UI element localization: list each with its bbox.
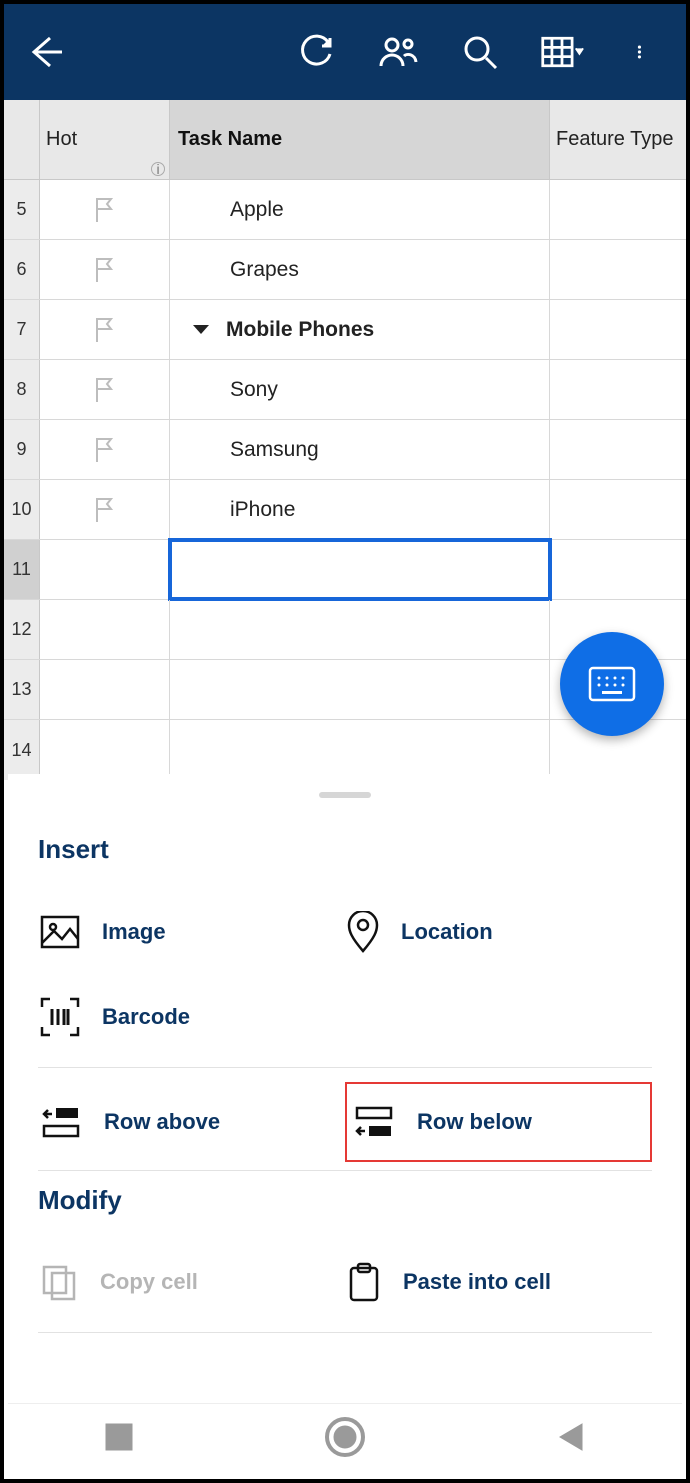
flag-icon	[91, 496, 119, 524]
keyboard-fab[interactable]	[560, 632, 664, 736]
flag-icon	[91, 256, 119, 284]
nav-home-button[interactable]	[323, 1415, 367, 1464]
cell-task[interactable]: iPhone	[170, 480, 550, 539]
flag-icon	[91, 376, 119, 404]
copy-cell-label: Copy cell	[100, 1269, 198, 1295]
cell-hot[interactable]	[40, 660, 170, 719]
cell-hot[interactable]	[40, 600, 170, 659]
cell-task[interactable]: Mobile Phones	[170, 300, 550, 359]
flag-icon	[91, 196, 119, 224]
cell-feature[interactable]	[550, 480, 686, 539]
grid-row: 7 Mobile Phones	[4, 300, 686, 360]
cell-task[interactable]	[170, 660, 550, 719]
insert-row-below-button[interactable]: Row below	[345, 1082, 652, 1162]
row-number[interactable]: 14	[4, 720, 40, 780]
column-header-task[interactable]: Task Name	[170, 100, 550, 179]
cell-hot[interactable]	[40, 300, 170, 359]
column-header-task-label: Task Name	[178, 128, 282, 151]
cell-feature[interactable]	[550, 360, 686, 419]
insert-image-label: Image	[102, 919, 166, 945]
row-number[interactable]: 11	[4, 540, 40, 599]
task-text: Grapes	[170, 258, 299, 282]
cell-feature[interactable]	[550, 300, 686, 359]
column-header-feature-label: Feature Type	[556, 128, 673, 151]
grid-row: 6 Grapes	[4, 240, 686, 300]
view-button[interactable]	[540, 30, 584, 74]
cell-feature[interactable]	[550, 180, 686, 239]
flag-icon	[91, 436, 119, 464]
corner-cell[interactable]	[4, 100, 40, 179]
copy-cell-button: Copy cell	[38, 1240, 345, 1324]
cell-hot[interactable]	[40, 180, 170, 239]
more-menu-button[interactable]	[622, 30, 666, 74]
grid-row: 10 iPhone	[4, 480, 686, 540]
cell-hot[interactable]	[40, 240, 170, 299]
back-button[interactable]	[24, 30, 68, 74]
paste-cell-button[interactable]: Paste into cell	[345, 1240, 652, 1324]
cell-task[interactable]	[170, 540, 550, 599]
row-number[interactable]: 9	[4, 420, 40, 479]
task-text: Sony	[170, 378, 278, 402]
insert-barcode-label: Barcode	[102, 1004, 190, 1030]
cell-hot[interactable]	[40, 480, 170, 539]
row-number[interactable]: 8	[4, 360, 40, 419]
cell-feature[interactable]	[550, 540, 686, 599]
cell-task[interactable]: Grapes	[170, 240, 550, 299]
cell-hot[interactable]	[40, 540, 170, 599]
row-number[interactable]: 6	[4, 240, 40, 299]
insert-row-below-label: Row below	[417, 1109, 532, 1135]
nav-back-button[interactable]	[554, 1420, 588, 1459]
insert-barcode-button[interactable]: Barcode	[38, 975, 345, 1059]
cell-feature[interactable]	[550, 240, 686, 299]
grid-row: 8 Sony	[4, 360, 686, 420]
task-text: Samsung	[170, 438, 319, 462]
row-number[interactable]: 12	[4, 600, 40, 659]
cell-hot[interactable]	[40, 420, 170, 479]
row-number[interactable]: 7	[4, 300, 40, 359]
insert-section-title: Insert	[38, 834, 652, 865]
task-text: iPhone	[170, 498, 295, 522]
outdent-row-button[interactable]	[38, 1347, 345, 1367]
app-toolbar	[4, 4, 686, 100]
info-icon[interactable]: i	[151, 162, 165, 176]
row-number[interactable]: 13	[4, 660, 40, 719]
flag-icon	[91, 316, 119, 344]
cell-task[interactable]	[170, 600, 550, 659]
insert-location-label: Location	[401, 919, 493, 945]
cell-task[interactable]	[170, 720, 550, 780]
indent-row-button[interactable]	[345, 1347, 652, 1367]
grid-row: 5 Apple	[4, 180, 686, 240]
cell-feature[interactable]	[550, 420, 686, 479]
cell-task[interactable]: Samsung	[170, 420, 550, 479]
cell-task[interactable]: Sony	[170, 360, 550, 419]
insert-row-above-button[interactable]: Row above	[38, 1082, 345, 1162]
grid-row: 11	[4, 540, 686, 600]
column-header-feature[interactable]: Feature Type	[550, 100, 686, 179]
insert-location-button[interactable]: Location	[345, 889, 652, 975]
grid-row: 14	[4, 720, 686, 780]
grid-header-row: Hot i Task Name Feature Type	[4, 100, 686, 180]
cell-hot[interactable]	[40, 360, 170, 419]
insert-row-above-label: Row above	[104, 1109, 220, 1135]
bottom-sheet: Insert Image Location Barcode Row above	[8, 774, 682, 1399]
insert-image-button[interactable]: Image	[38, 889, 345, 975]
cell-hot[interactable]	[40, 720, 170, 780]
search-button[interactable]	[458, 30, 502, 74]
sheet-handle[interactable]	[319, 792, 371, 798]
column-header-hot[interactable]: Hot i	[40, 100, 170, 179]
row-number[interactable]: 5	[4, 180, 40, 239]
modify-section-title: Modify	[38, 1185, 652, 1216]
row-number[interactable]: 10	[4, 480, 40, 539]
share-people-button[interactable]	[376, 30, 420, 74]
collapse-caret-icon[interactable]	[192, 318, 210, 342]
grid-row: 9 Samsung	[4, 420, 686, 480]
nav-recent-button[interactable]	[102, 1420, 136, 1459]
cell-task[interactable]: Apple	[170, 180, 550, 239]
task-text: Apple	[170, 198, 284, 222]
android-navbar	[8, 1403, 682, 1475]
column-header-hot-label: Hot	[46, 128, 77, 151]
refresh-button[interactable]	[294, 30, 338, 74]
paste-cell-label: Paste into cell	[403, 1269, 551, 1295]
